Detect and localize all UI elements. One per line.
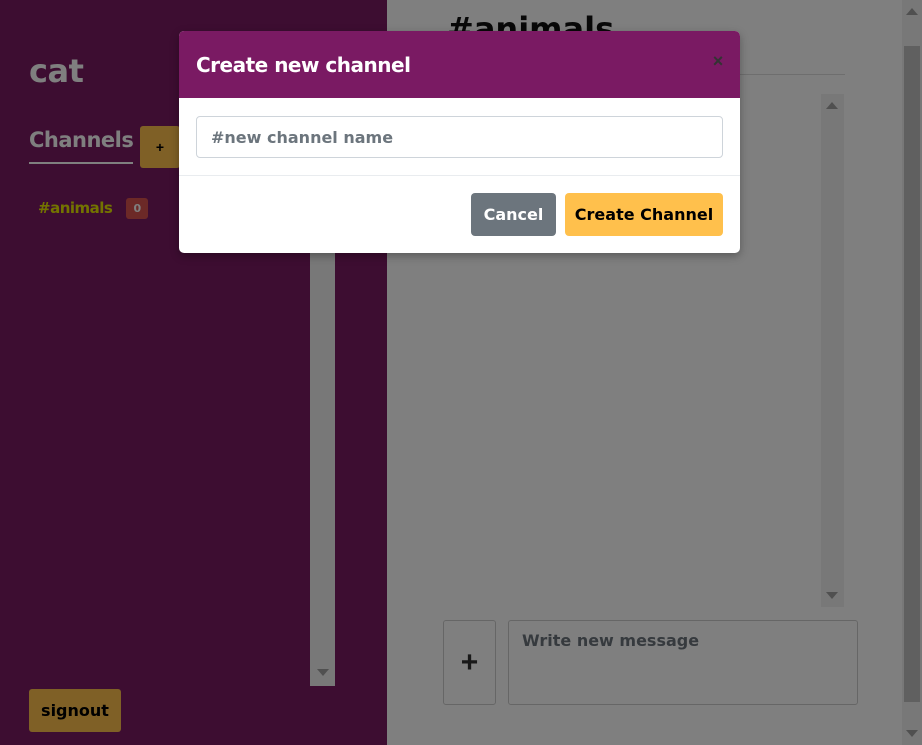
- channel-name-input[interactable]: [196, 116, 723, 158]
- close-icon[interactable]: ×: [710, 52, 726, 70]
- create-channel-button[interactable]: Create Channel: [565, 193, 723, 236]
- cancel-button[interactable]: Cancel: [471, 193, 556, 236]
- create-channel-modal: Create new channel × Cancel Create Chann…: [179, 31, 740, 253]
- modal-header: Create new channel ×: [179, 31, 740, 98]
- modal-title: Create new channel: [196, 52, 411, 77]
- modal-body: [179, 98, 740, 176]
- modal-footer: Cancel Create Channel: [179, 176, 740, 253]
